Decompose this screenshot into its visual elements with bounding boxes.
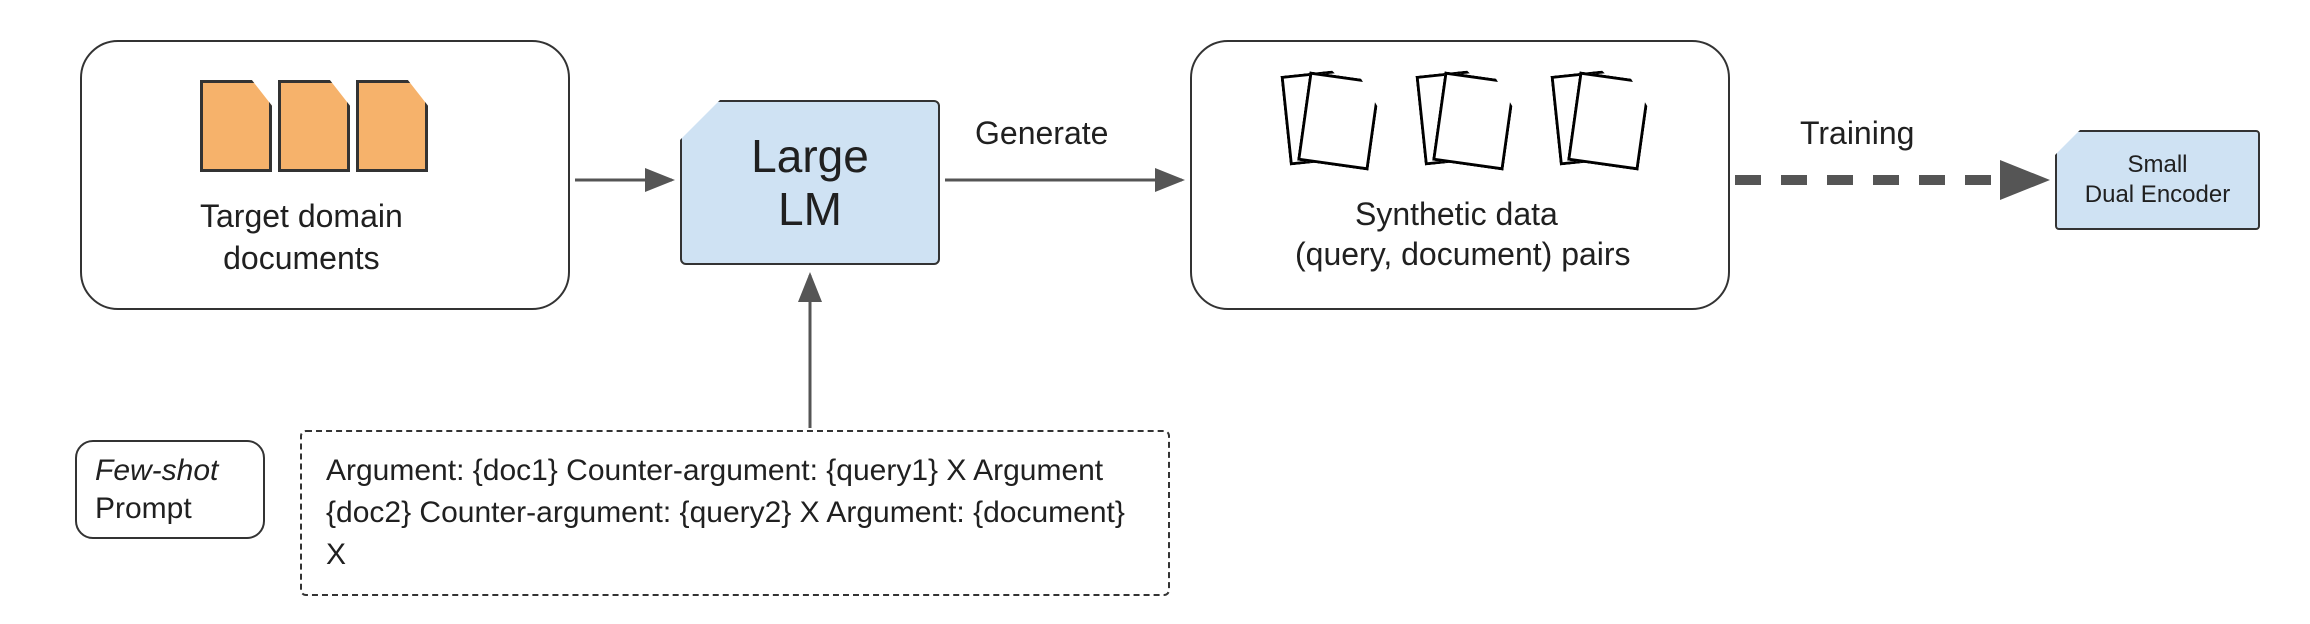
paper-pair-icons (1285, 70, 1650, 170)
dual-encoder-box: Small Dual Encoder (2055, 130, 2260, 230)
lm-label-line1: Large (751, 130, 869, 183)
prompt-word: Prompt (95, 492, 192, 525)
few-shot-prompt-label: Few-shot Prompt (75, 440, 265, 539)
document-icons (200, 80, 428, 172)
paper-pair-icon (1420, 70, 1515, 170)
lm-label-line2: LM (778, 183, 842, 236)
document-icon (200, 80, 272, 172)
few-shot-italic: Few-shot (95, 454, 218, 487)
document-icon (278, 80, 350, 172)
prompt-text-line2: {doc2} Counter-argument: {query2} X Argu… (326, 492, 1144, 576)
training-label: Training (1800, 115, 1914, 152)
prompt-text-line1: Argument: {doc1} Counter-argument: {quer… (326, 450, 1144, 492)
diagram-canvas: Target domain documents Large LM Synthet… (0, 0, 2310, 624)
synthetic-label-line2: (query, document) pairs (1295, 236, 1631, 273)
encoder-label-line2: Dual Encoder (2085, 180, 2230, 210)
document-icon (356, 80, 428, 172)
target-domain-label: Target domain documents (200, 196, 403, 279)
paper-pair-icon (1285, 70, 1380, 170)
encoder-label-line1: Small (2127, 150, 2187, 180)
large-lm-box: Large LM (680, 100, 940, 265)
generate-label: Generate (975, 115, 1108, 152)
paper-pair-icon (1555, 70, 1650, 170)
prompt-template-box: Argument: {doc1} Counter-argument: {quer… (300, 430, 1170, 596)
synthetic-label-line1: Synthetic data (1355, 196, 1558, 233)
